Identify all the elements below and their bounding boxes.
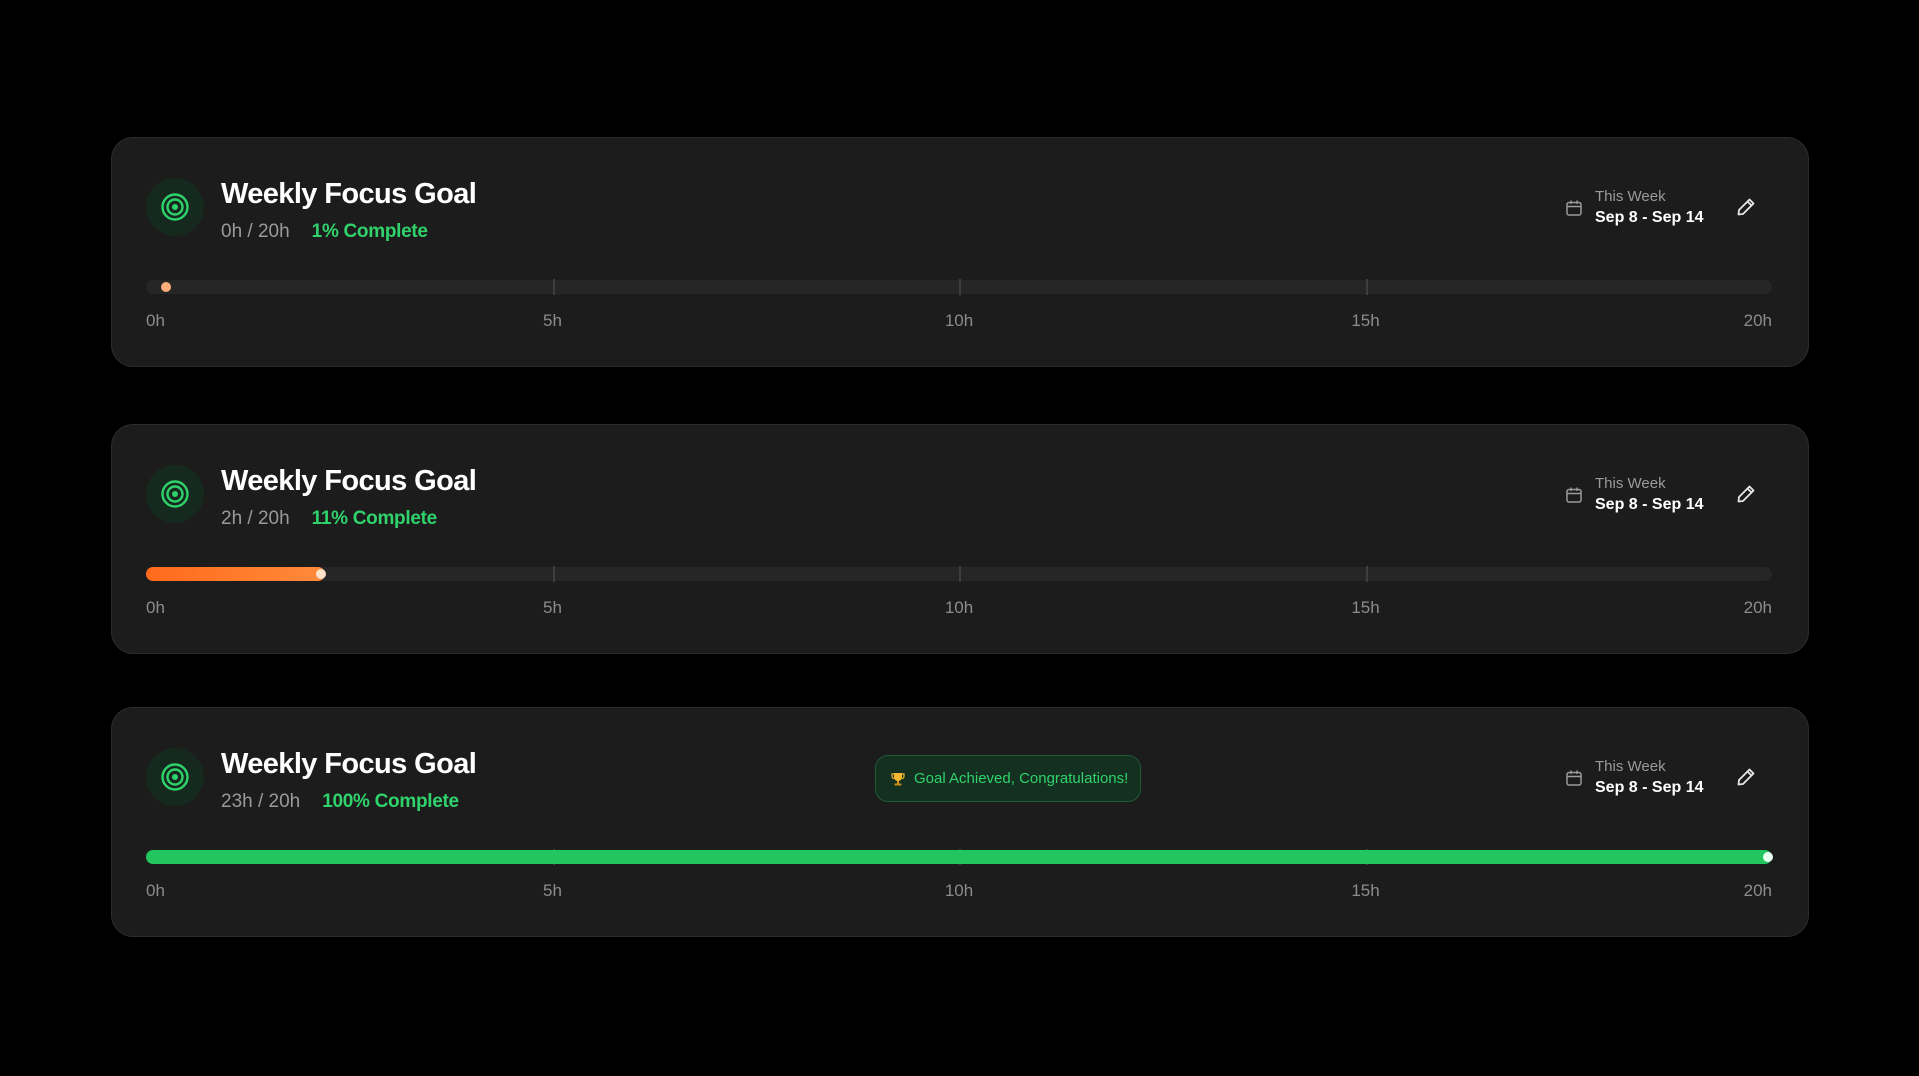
- progress-track: [146, 279, 1772, 295]
- hours-progress: 23h / 20h: [221, 791, 301, 812]
- progress-knob: [161, 282, 172, 292]
- goal-achieved-badge: Goal Achieved, Congratulations!: [875, 755, 1142, 802]
- progress-track: [146, 566, 1772, 582]
- axis-label: 10h: [944, 311, 974, 330]
- progress-fill: [146, 567, 325, 581]
- progress-track: [146, 849, 1773, 865]
- axis-labels: 0h 5h 10h 15h 20h: [146, 311, 1772, 333]
- axis-label: 20h: [1743, 311, 1772, 330]
- goal-cards: Weekly Focus Goal 0h / 20h 1% Complete T…: [0, 0, 1919, 1076]
- axis-label: 10h: [944, 598, 974, 617]
- axis-label: 15h: [1351, 311, 1380, 330]
- goal-title: Weekly Focus Goal: [221, 748, 477, 780]
- progress-knob: [1763, 852, 1773, 862]
- week-range: This Week Sep 8 - Sep 14: [1565, 475, 1704, 514]
- axis-labels: 0h 5h 10h 15h 20h: [146, 881, 1772, 903]
- progress-fill: [146, 850, 1772, 864]
- date-label: This Week: [1595, 758, 1666, 775]
- progress-knob: [315, 569, 326, 579]
- axis-label: 5h: [543, 881, 562, 900]
- edit-goal-button[interactable]: [1730, 479, 1762, 511]
- hours-progress: 2h / 20h: [221, 508, 290, 529]
- hours-progress: 0h / 20h: [221, 221, 290, 242]
- progress-tick: [552, 566, 555, 582]
- target-icon: [146, 465, 204, 523]
- trophy-icon: [890, 771, 906, 787]
- target-icon: [146, 178, 204, 236]
- progress-tick: [959, 566, 961, 582]
- progress-tick: [552, 279, 555, 295]
- axis-label: 20h: [1743, 598, 1772, 617]
- date-range: Sep 8 - Sep 14: [1595, 779, 1704, 796]
- axis-labels: 0h 5h 10h 15h 20h: [146, 598, 1772, 620]
- goal-summary: 23h / 20h 100% Complete: [221, 791, 459, 813]
- goal-title: Weekly Focus Goal: [221, 465, 477, 497]
- pencil-icon: [1735, 483, 1757, 508]
- goal-summary: 2h / 20h 11% Complete: [221, 508, 437, 530]
- date-range: Sep 8 - Sep 14: [1595, 496, 1704, 513]
- pencil-icon: [1735, 196, 1757, 221]
- progress-tick: [1365, 279, 1368, 295]
- axis-label: 10h: [944, 881, 974, 900]
- axis-label: 0h: [146, 598, 165, 617]
- axis-label: 15h: [1351, 881, 1380, 900]
- week-range: This Week Sep 8 - Sep 14: [1565, 188, 1704, 227]
- date-label: This Week: [1595, 475, 1666, 492]
- goal-card: Weekly Focus Goal 0h / 20h 1% Complete T…: [111, 137, 1809, 367]
- axis-label: 5h: [543, 311, 562, 330]
- date-range: Sep 8 - Sep 14: [1595, 209, 1704, 226]
- percent-complete: 1% Complete: [311, 221, 428, 242]
- percent-complete: 11% Complete: [311, 508, 438, 529]
- progress-tick: [1365, 566, 1368, 582]
- axis-label: 0h: [146, 881, 165, 900]
- pencil-icon: [1735, 766, 1757, 791]
- target-icon: [146, 748, 204, 806]
- goal-card: Weekly Focus Goal 23h / 20h 100% Complet…: [111, 707, 1809, 937]
- goal-title: Weekly Focus Goal: [221, 178, 477, 210]
- axis-label: 0h: [146, 311, 165, 330]
- progress-tick: [959, 279, 961, 295]
- axis-label: 5h: [543, 598, 562, 617]
- axis-label: 20h: [1743, 881, 1772, 900]
- calendar-icon: [1565, 769, 1583, 787]
- edit-goal-button[interactable]: [1730, 762, 1762, 794]
- goal-card: Weekly Focus Goal 2h / 20h 11% Complete …: [111, 424, 1809, 654]
- week-range: This Week Sep 8 - Sep 14: [1565, 758, 1704, 797]
- calendar-icon: [1565, 486, 1583, 504]
- date-label: This Week: [1595, 188, 1666, 205]
- badge-text: Goal Achieved, Congratulations!: [914, 770, 1129, 787]
- goal-summary: 0h / 20h 1% Complete: [221, 221, 428, 243]
- calendar-icon: [1565, 199, 1583, 217]
- edit-goal-button[interactable]: [1730, 192, 1762, 224]
- percent-complete: 100% Complete: [322, 791, 459, 812]
- axis-label: 15h: [1351, 598, 1380, 617]
